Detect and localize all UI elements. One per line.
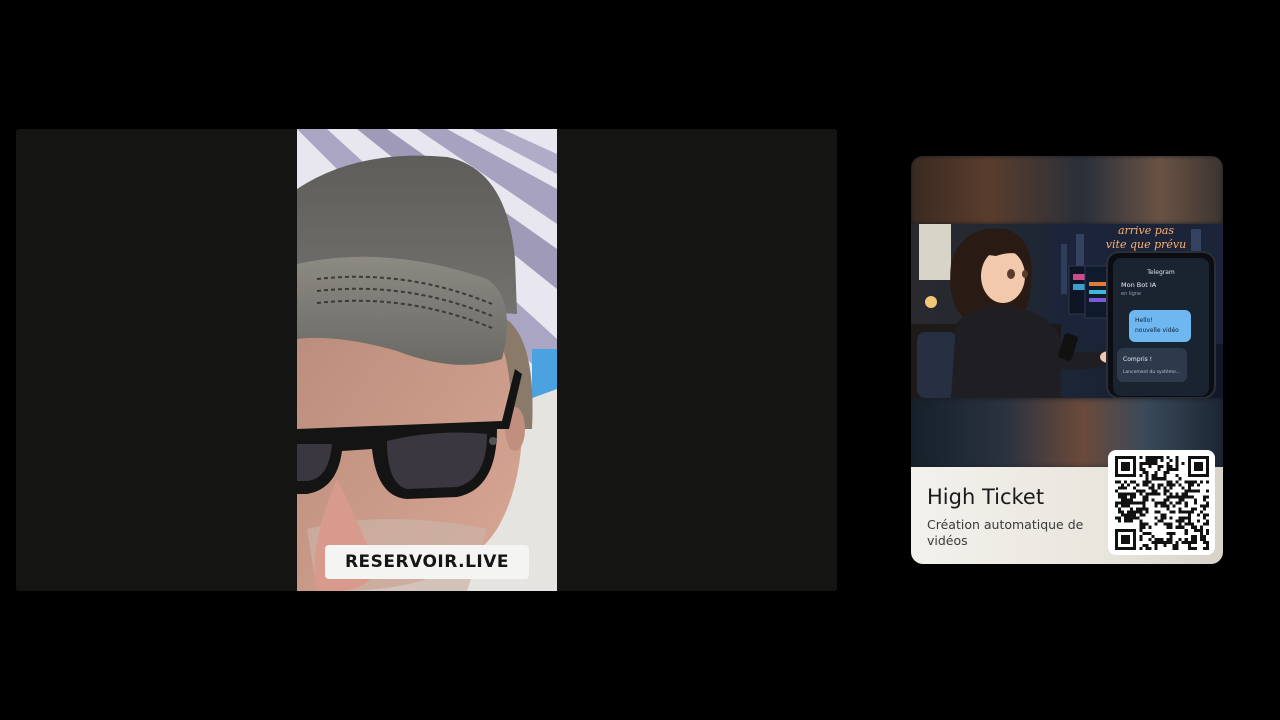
phone-contact-status: en ligne: [1121, 291, 1141, 297]
screen: RESERVOIR.LIVE arrive pas vite que prévu…: [0, 0, 1280, 720]
phone-message-out-1: Hello!: [1135, 317, 1153, 324]
qr-code-pattern: [1115, 456, 1209, 550]
neon-sign-line1: arrive pas: [1118, 224, 1174, 237]
phone-message-out-2: nouvelle vidéo: [1135, 327, 1179, 334]
video-player[interactable]: RESERVOIR.LIVE: [16, 129, 837, 591]
video-frame[interactable]: RESERVOIR.LIVE: [297, 129, 557, 591]
promo-subtitle: Création automatique de vidéos: [927, 517, 1084, 548]
phone-message-in-2: Lancement du système...: [1123, 368, 1180, 375]
promo-title: High Ticket: [927, 485, 1045, 509]
phone-app-name: Telegram: [1146, 269, 1175, 276]
promo-image: arrive pas vite que prévu Telegram Mon B…: [911, 224, 1223, 398]
qr-code[interactable]: [1108, 450, 1215, 555]
neon-sign-line2: vite que prévu: [1106, 238, 1186, 251]
video-watermark: RESERVOIR.LIVE: [325, 545, 529, 579]
phone-contact-name: Mon Bot IA: [1121, 281, 1157, 289]
promo-illustration: arrive pas vite que prévu Telegram Mon B…: [911, 224, 1223, 398]
video-still: [297, 129, 557, 591]
promo-blur-top: [911, 156, 1223, 224]
phone-message-in-1: Compris !: [1123, 356, 1152, 363]
promo-card[interactable]: arrive pas vite que prévu Telegram Mon B…: [911, 156, 1223, 564]
